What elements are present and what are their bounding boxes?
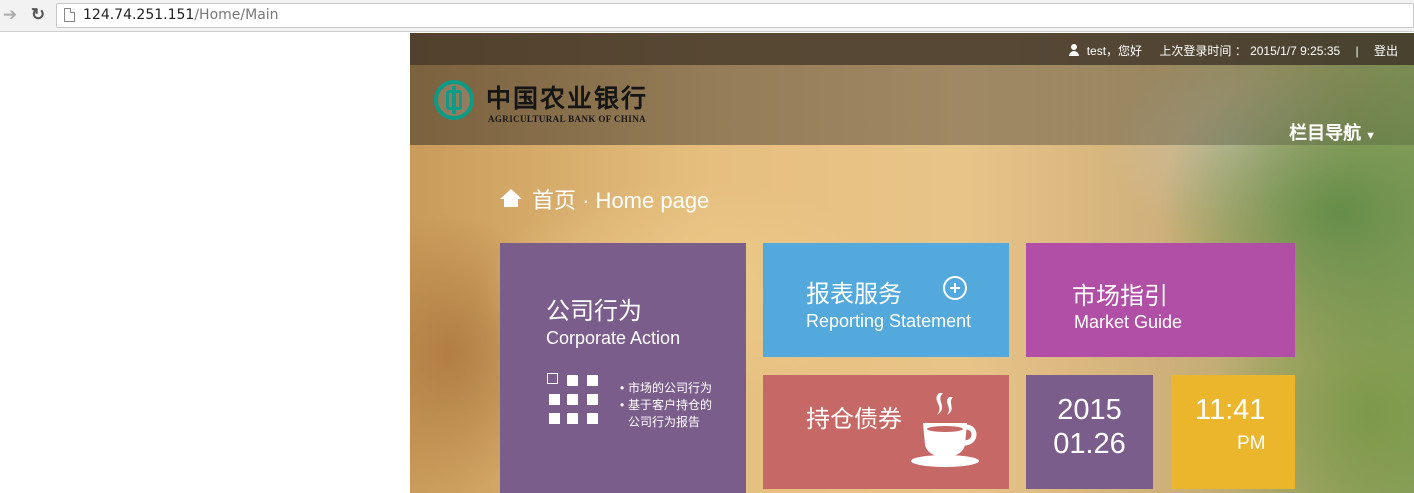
caret-down-icon: ▼: [1365, 130, 1376, 142]
column-navigation-menu[interactable]: 栏目导航 ▼: [1289, 119, 1376, 145]
coffee-cup-icon: [911, 393, 979, 467]
tile-title-en: Reporting Statement: [806, 311, 972, 331]
nav-menu-label: 栏目导航: [1289, 123, 1362, 143]
reload-icon[interactable]: ↻: [28, 5, 48, 25]
logo-english: AGRICULTURAL BANK OF CHINA: [488, 114, 647, 124]
corporate-bullets: 市场的公司行为 基于客户持仓的 公司行为报告: [620, 380, 712, 431]
back-arrow-icon[interactable]: ➔: [0, 5, 20, 25]
address-bar[interactable]: 124.74.251.151/Home/Main: [56, 3, 1414, 28]
tile-time: 11:41 PM: [1171, 375, 1295, 489]
tile-market-guide[interactable]: 市场指引 Market Guide: [1026, 243, 1295, 357]
user-bar: test，您好 上次登录时间 ： 2015/1/7 9:25:35 | 登出: [410, 33, 1414, 65]
browser-toolbar: ➔ ↻ 124.74.251.151/Home/Main: [0, 0, 1414, 32]
tile-title-cn: 持仓债券: [806, 406, 902, 433]
separator: |: [1355, 44, 1359, 58]
tile-reporting-statement[interactable]: 报表服务 Reporting Statement: [763, 243, 1009, 357]
tile-date: 2015 01.26: [1026, 375, 1153, 489]
tile-corporate-action[interactable]: 公司行为 Corporate Action 市场的公司行为 基于客户持仓的 公司…: [500, 243, 746, 493]
logo-chinese: 中国农业银行: [486, 84, 649, 113]
time-clock: 11:41: [1195, 394, 1266, 426]
tile-title-cn: 市场指引: [1072, 283, 1168, 310]
username: test: [1086, 44, 1107, 58]
home-icon: [500, 189, 522, 209]
tile-title-cn: 公司行为: [546, 298, 642, 325]
tile-title-en: Corporate Action: [546, 328, 681, 348]
breadcrumb: 首页 · Home page: [500, 183, 709, 215]
grid-icon: [547, 373, 603, 425]
user-icon: [1068, 44, 1079, 56]
page-icon: [64, 8, 75, 22]
url-path: /Home/Main: [194, 7, 279, 23]
bullet-item: 公司行为报告: [628, 415, 701, 429]
site-viewport: test，您好 上次登录时间 ： 2015/1/7 9:25:35 | 登出 中…: [410, 33, 1414, 493]
last-login-label: 上次登录时间 ：: [1159, 44, 1247, 58]
abc-logo-icon: [434, 80, 474, 120]
url-text[interactable]: 124.74.251.151/Home/Main: [83, 7, 279, 23]
date-year: 2015: [1057, 394, 1122, 426]
logout-link[interactable]: 登出: [1374, 44, 1398, 58]
tile-title-en: Market Guide: [1074, 312, 1183, 332]
tile-title-cn: 报表服务: [806, 281, 902, 308]
plus-circle-icon[interactable]: [943, 276, 967, 300]
site-header: 中国农业银行 AGRICULTURAL BANK OF CHINA: [410, 65, 1414, 145]
bullet-item: 基于客户持仓的: [620, 397, 712, 414]
tile-holdings-bonds[interactable]: 持仓债券: [763, 375, 1009, 489]
date-month-day: 01.26: [1053, 428, 1126, 460]
greeting: ，您好: [1106, 44, 1143, 58]
time-ampm: PM: [1237, 433, 1266, 454]
url-host: 124.74.251.151: [83, 7, 195, 23]
bullet-item: 市场的公司行为: [620, 380, 712, 397]
breadcrumb-text: 首页 · Home page: [532, 188, 710, 213]
last-login-time: 2015/1/7 9:25:35: [1250, 44, 1341, 58]
